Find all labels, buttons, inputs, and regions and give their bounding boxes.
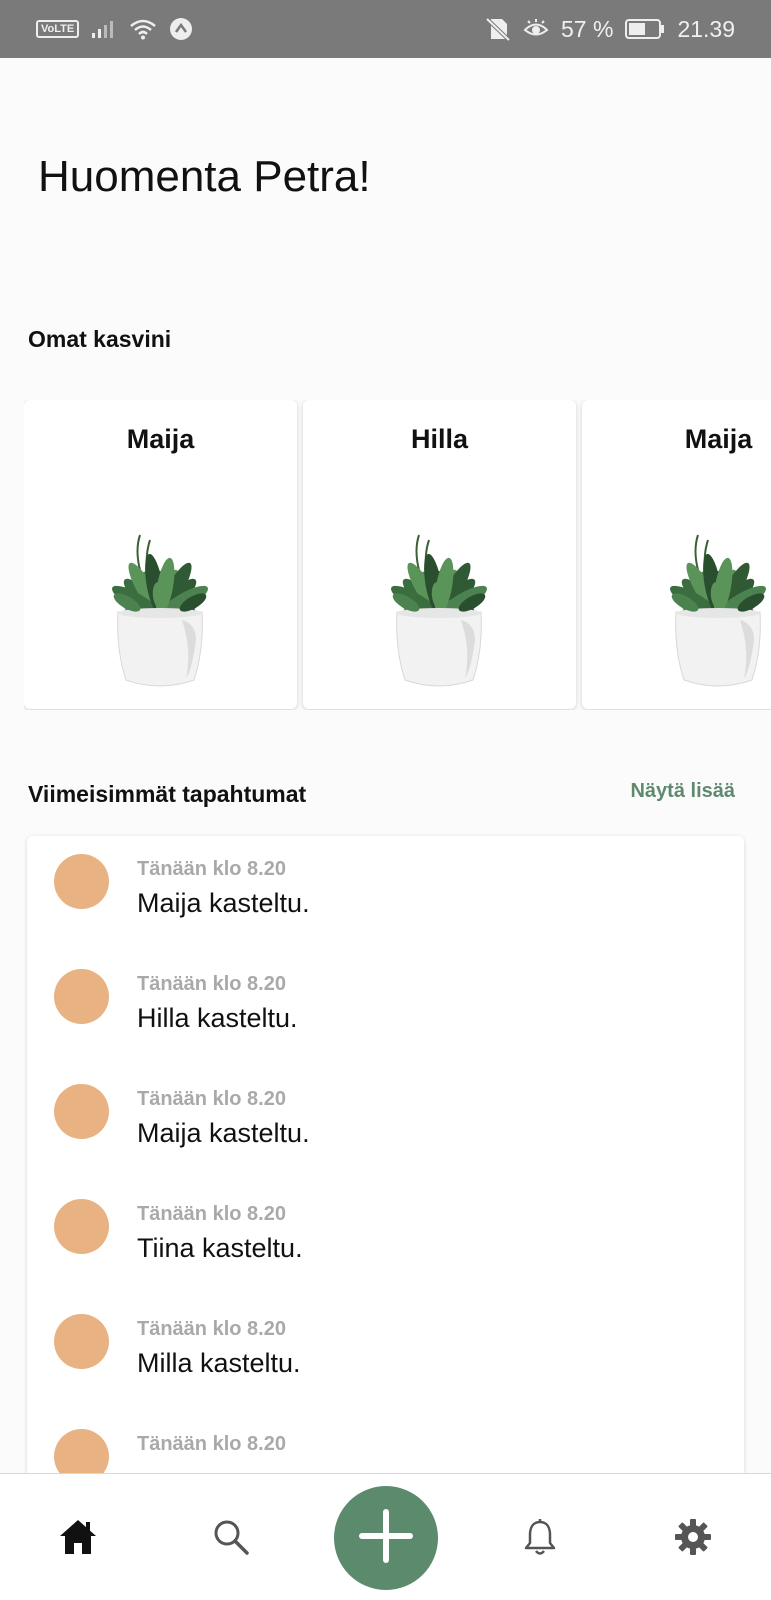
plant-image — [112, 534, 208, 687]
nav-notifications-button[interactable] — [515, 1514, 565, 1564]
event-avatar — [54, 1199, 109, 1254]
eye-comfort-icon — [523, 19, 549, 39]
event-text: Hilla kasteltu. — [137, 1003, 298, 1033]
plant-card[interactable]: Hilla — [303, 400, 576, 709]
battery-percent: 57 % — [561, 15, 614, 42]
plant-name: Maija — [126, 424, 195, 454]
wifi-icon — [129, 18, 157, 40]
events-list: Tänään klo 8.20 Maija kasteltu. Tänään k… — [27, 836, 744, 1476]
my-plants-heading: Omat kasvini — [28, 326, 172, 352]
signal-icon — [91, 19, 117, 39]
status-bar: VoLTE 57 % 21.39 — [0, 0, 771, 58]
home-icon — [58, 1518, 98, 1561]
event-avatar — [54, 1314, 109, 1369]
gear-icon — [674, 1518, 712, 1561]
event-item[interactable]: Tänään klo 8.20 Tiina kasteltu. — [27, 1181, 744, 1296]
bottom-navigation — [0, 1473, 771, 1600]
event-text: Maija kasteltu. — [137, 1118, 310, 1148]
battery-icon — [625, 18, 665, 40]
event-time: Tänään klo 8.20 — [137, 858, 286, 880]
nav-search-button[interactable] — [206, 1514, 256, 1564]
event-text: Milla kasteltu. — [137, 1348, 301, 1378]
nav-settings-button[interactable] — [668, 1514, 718, 1564]
plant-name: Maija — [684, 424, 753, 454]
clock: 21.39 — [677, 15, 735, 42]
event-item[interactable]: Tänään klo 8.20 Maija kasteltu. — [27, 1066, 744, 1181]
plant-image — [670, 534, 766, 687]
event-text: Maija kasteltu. — [137, 888, 310, 918]
event-time: Tänään klo 8.20 — [137, 1318, 286, 1340]
event-time: Tänään klo 8.20 — [137, 1088, 286, 1110]
plant-card[interactable]: Maija — [582, 400, 771, 709]
plant-image — [391, 534, 487, 687]
event-text: Tiina kasteltu. — [137, 1233, 303, 1263]
no-sim-icon — [485, 17, 511, 41]
add-icon — [358, 1508, 414, 1569]
plant-card[interactable]: Maija — [24, 400, 297, 709]
event-item[interactable]: Tänään klo 8.20 — [27, 1411, 744, 1476]
home-screen: VoLTE 57 % 21.39 Huomenta Petra! Omat ka… — [0, 0, 771, 1600]
nav-home-button[interactable] — [53, 1514, 103, 1564]
show-more-link[interactable]: Näytä lisää — [630, 780, 735, 803]
recent-events-heading: Viimeisimmät tapahtumat — [28, 781, 307, 807]
event-time: Tänään klo 8.20 — [137, 1203, 286, 1225]
event-avatar — [54, 1429, 109, 1476]
event-item[interactable]: Tänään klo 8.20 Maija kasteltu. — [27, 836, 744, 951]
event-item[interactable]: Tänään klo 8.20 Hilla kasteltu. — [27, 951, 744, 1066]
event-time: Tänään klo 8.20 — [137, 973, 286, 995]
event-avatar — [54, 1084, 109, 1139]
event-avatar — [54, 854, 109, 909]
add-plant-button[interactable] — [334, 1486, 438, 1590]
volte-badge: VoLTE — [36, 20, 80, 38]
search-icon — [212, 1518, 250, 1561]
plant-carousel[interactable]: Maija Hilla Maija — [24, 400, 771, 710]
event-item[interactable]: Tänään klo 8.20 Milla kasteltu. — [27, 1296, 744, 1411]
event-avatar — [54, 969, 109, 1024]
bell-icon — [523, 1518, 557, 1561]
greeting-title: Huomenta Petra! — [38, 152, 371, 201]
plant-name: Hilla — [410, 424, 469, 454]
data-saver-icon — [169, 17, 193, 41]
event-time: Tänään klo 8.20 — [137, 1433, 286, 1455]
